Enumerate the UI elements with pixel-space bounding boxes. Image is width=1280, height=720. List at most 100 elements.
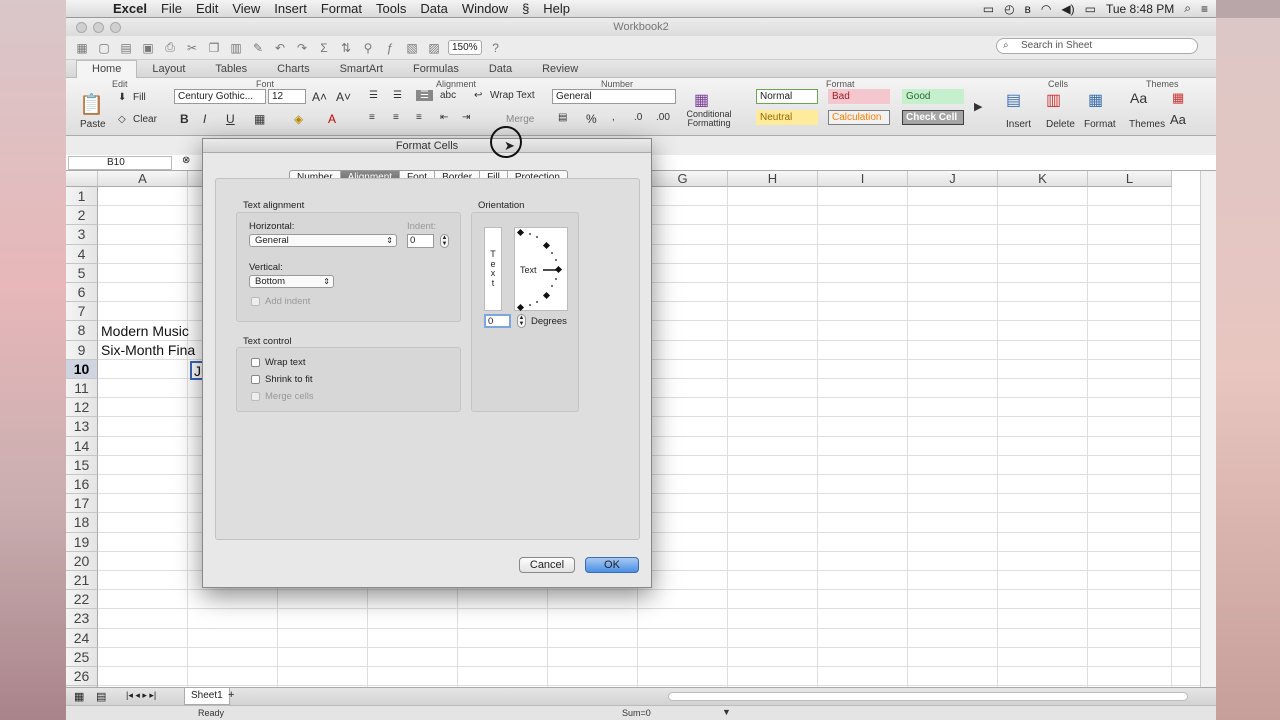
font-size-select[interactable]: 12	[268, 89, 306, 104]
sheet-nav-icon[interactable]: |◂ ◂ ▸ ▸|	[126, 690, 156, 701]
new-icon[interactable]: ▢	[96, 40, 112, 56]
indent-stepper[interactable]: ▲ ▼	[440, 234, 449, 248]
normal-view-icon[interactable]: ▦	[74, 690, 84, 703]
select-all-corner[interactable]	[66, 171, 98, 187]
row-header-12[interactable]: 12	[66, 398, 98, 418]
row-header-10[interactable]: 10	[66, 359, 98, 379]
clock[interactable]: Tue 8:48 PM	[1106, 2, 1174, 16]
menu-excel[interactable]: Excel	[106, 1, 154, 16]
grow-font-icon[interactable]: A˄	[312, 90, 327, 104]
tab-review[interactable]: Review	[527, 63, 593, 75]
shrink-font-icon[interactable]: A˅	[336, 90, 351, 104]
indent-input[interactable]: 0	[407, 234, 434, 248]
clear-button[interactable]: Clear	[133, 114, 157, 125]
align-bottom-icon[interactable]: ☰	[416, 90, 433, 101]
ok-button[interactable]: OK	[585, 557, 639, 573]
vertical-select[interactable]: Bottom ⇕	[249, 275, 334, 288]
paste-button[interactable]: Paste	[80, 119, 106, 130]
row-header-14[interactable]: 14	[66, 436, 98, 456]
style-bad[interactable]: Bad	[828, 89, 890, 104]
row-header-1[interactable]: 1	[66, 187, 98, 207]
horizontal-select[interactable]: General ⇕	[249, 234, 397, 247]
row-header-6[interactable]: 6	[66, 283, 98, 303]
accounting-icon[interactable]: ▤	[558, 112, 567, 123]
styles-scroll-icon[interactable]: ▶	[974, 100, 982, 113]
fill-color-icon[interactable]: ◈	[294, 112, 303, 126]
cancel-button[interactable]: Cancel	[519, 557, 575, 573]
menu-data[interactable]: Data	[413, 1, 454, 16]
column-header-h[interactable]: H	[728, 171, 818, 187]
underline-icon[interactable]: U	[226, 112, 235, 126]
delete-cells-icon[interactable]: ▥	[1046, 90, 1061, 110]
copy-icon[interactable]: ❐	[206, 40, 222, 56]
menu-view[interactable]: View	[225, 1, 267, 16]
row-header-8[interactable]: 8	[66, 321, 98, 341]
horizontal-scrollbar[interactable]	[668, 692, 1188, 701]
row-header-7[interactable]: 7	[66, 302, 98, 322]
delete-button[interactable]: Delete	[1046, 119, 1075, 130]
borders-icon[interactable]: ▦	[254, 112, 265, 126]
align-middle-icon[interactable]: ☰	[393, 90, 402, 101]
row-header-9[interactable]: 9	[66, 340, 98, 360]
wrap-text-icon[interactable]: ↩	[474, 90, 482, 101]
row-header-18[interactable]: 18	[66, 513, 98, 533]
menu-file[interactable]: File	[154, 1, 189, 16]
tab-data[interactable]: Data	[474, 63, 527, 75]
sheet-tab[interactable]: Sheet1	[184, 688, 230, 705]
degrees-stepper[interactable]: ▲ ▼	[517, 314, 526, 328]
format-painter-icon[interactable]: ✎	[250, 40, 266, 56]
display-icon[interactable]: ▭	[983, 2, 994, 16]
decrease-indent-icon[interactable]: ⇤	[440, 112, 448, 123]
tab-smartart[interactable]: SmartArt	[325, 63, 398, 75]
media-icon[interactable]: ▨	[426, 40, 442, 56]
row-header-23[interactable]: 23	[66, 609, 98, 629]
row-header-19[interactable]: 19	[66, 532, 98, 552]
themes-icon[interactable]: Aa	[1130, 90, 1147, 106]
vertical-scrollbar[interactable]	[1200, 171, 1216, 705]
battery-icon[interactable]: ▭	[1085, 2, 1096, 16]
row-header-13[interactable]: 13	[66, 417, 98, 437]
save-icon[interactable]: ▣	[140, 40, 156, 56]
row-header-21[interactable]: 21	[66, 571, 98, 591]
percent-icon[interactable]: %	[586, 112, 597, 126]
fill-button[interactable]: Fill	[133, 92, 146, 103]
row-header-2[interactable]: 2	[66, 206, 98, 226]
column-header-l[interactable]: L	[1088, 171, 1172, 187]
style-good[interactable]: Good	[902, 89, 964, 104]
row-header-4[interactable]: 4	[66, 244, 98, 264]
status-sum[interactable]: Sum=0	[622, 708, 651, 718]
decrease-decimal-icon[interactable]: .00	[656, 112, 670, 123]
align-top-icon[interactable]: ☰	[369, 90, 378, 101]
conditional-formatting-icon[interactable]: ▦	[694, 90, 709, 110]
menu-window[interactable]: Window	[455, 1, 515, 16]
tab-tables[interactable]: Tables	[200, 63, 262, 75]
column-header-i[interactable]: I	[818, 171, 908, 187]
insert-cells-icon[interactable]: ▤	[1006, 90, 1021, 110]
row-header-17[interactable]: 17	[66, 494, 98, 514]
style-calculation[interactable]: Calculation	[828, 110, 890, 125]
align-center-icon[interactable]: ≡	[393, 112, 399, 123]
script-menu-icon[interactable]: §	[515, 1, 536, 16]
page-layout-view-icon[interactable]: ▤	[96, 690, 106, 703]
format-cells-icon[interactable]: ▦	[1088, 90, 1103, 110]
increase-indent-icon[interactable]: ⇥	[462, 112, 470, 123]
gallery-icon[interactable]: ▦	[74, 40, 90, 56]
bold-icon[interactable]: B	[180, 112, 189, 126]
theme-colors-icon[interactable]: ▦	[1172, 90, 1184, 106]
eraser-icon[interactable]: ◇	[118, 114, 126, 125]
undo-icon[interactable]: ↶	[272, 40, 288, 56]
fill-icon[interactable]: ⬇	[118, 92, 126, 103]
comma-style-icon[interactable]: ,	[612, 112, 615, 123]
row-header-24[interactable]: 24	[66, 628, 98, 648]
row-header-20[interactable]: 20	[66, 551, 98, 571]
autosum-icon[interactable]: Σ	[316, 40, 332, 56]
add-indent-checkbox[interactable]	[251, 297, 260, 306]
row-header-25[interactable]: 25	[66, 647, 98, 667]
tab-formulas[interactable]: Formulas	[398, 63, 474, 75]
bluetooth-icon[interactable]: ʙ	[1025, 2, 1031, 16]
column-header-k[interactable]: K	[998, 171, 1088, 187]
format-button[interactable]: Format	[1084, 119, 1116, 130]
merge-cells-checkbox[interactable]	[251, 392, 260, 401]
menu-tools[interactable]: Tools	[369, 1, 413, 16]
style-neutral[interactable]: Neutral	[756, 110, 818, 125]
